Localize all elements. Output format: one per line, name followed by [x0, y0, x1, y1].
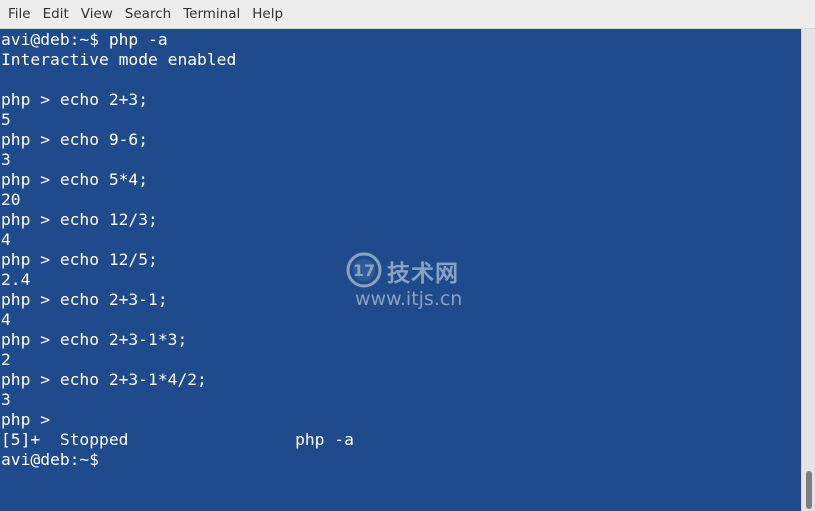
menu-edit[interactable]: Edit: [37, 3, 75, 25]
terminal-line: php >: [1, 410, 51, 429]
terminal-window: File Edit View Search Terminal Help avi@…: [0, 0, 815, 511]
watermark-url: www.itjs.cn: [355, 288, 463, 310]
terminal-line: 5: [1, 110, 11, 129]
terminal-line: php > echo 2+3-1;: [1, 290, 168, 309]
terminal-line: Interactive mode enabled: [1, 50, 237, 69]
menu-help[interactable]: Help: [246, 3, 289, 25]
terminal-lines: avi@deb:~$ php -a Interactive mode enabl…: [1, 30, 354, 470]
watermark-brand: 技术网: [387, 261, 459, 287]
terminal-prompt: avi@deb:~$: [1, 450, 100, 469]
terminal-prompt-line[interactable]: avi@deb:~$: [1, 450, 354, 470]
terminal-output[interactable]: avi@deb:~$ php -a Interactive mode enabl…: [0, 29, 801, 511]
terminal-line: 2: [1, 350, 11, 369]
menu-bar: File Edit View Search Terminal Help: [0, 0, 815, 29]
menu-view[interactable]: View: [75, 3, 119, 25]
menu-terminal[interactable]: Terminal: [177, 3, 246, 25]
terminal-line: avi@deb:~$ php -a: [1, 30, 168, 49]
terminal-line: 20: [1, 190, 21, 209]
vertical-scrollbar[interactable]: [801, 29, 815, 511]
terminal-line: php > echo 5*4;: [1, 170, 149, 189]
terminal-line: 3: [1, 390, 11, 409]
terminal-line: php > echo 2+3;: [1, 90, 149, 109]
terminal-line: [5]+ Stopped php -a: [1, 430, 354, 449]
terminal-line: 4: [1, 310, 11, 329]
terminal-line: php > echo 2+3-1*4/2;: [1, 370, 207, 389]
terminal-line: 3: [1, 150, 11, 169]
scrollbar-thumb[interactable]: [806, 471, 812, 509]
terminal-line: 2.4: [1, 270, 31, 289]
17-logo-icon: 17: [346, 252, 382, 288]
terminal-cursor: [99, 451, 100, 467]
watermark-logo-text: 17: [353, 261, 375, 280]
terminal-line: php > echo 12/3;: [1, 210, 158, 229]
terminal-line: php > echo 9-6;: [1, 130, 149, 149]
watermark: 17 技术网 www.itjs.cn: [345, 251, 485, 321]
terminal-line: php > echo 2+3-1*3;: [1, 330, 188, 349]
menu-file[interactable]: File: [2, 3, 37, 25]
menu-search[interactable]: Search: [119, 3, 177, 25]
terminal-line: 4: [1, 230, 11, 249]
terminal-line: php > echo 12/5;: [1, 250, 158, 269]
